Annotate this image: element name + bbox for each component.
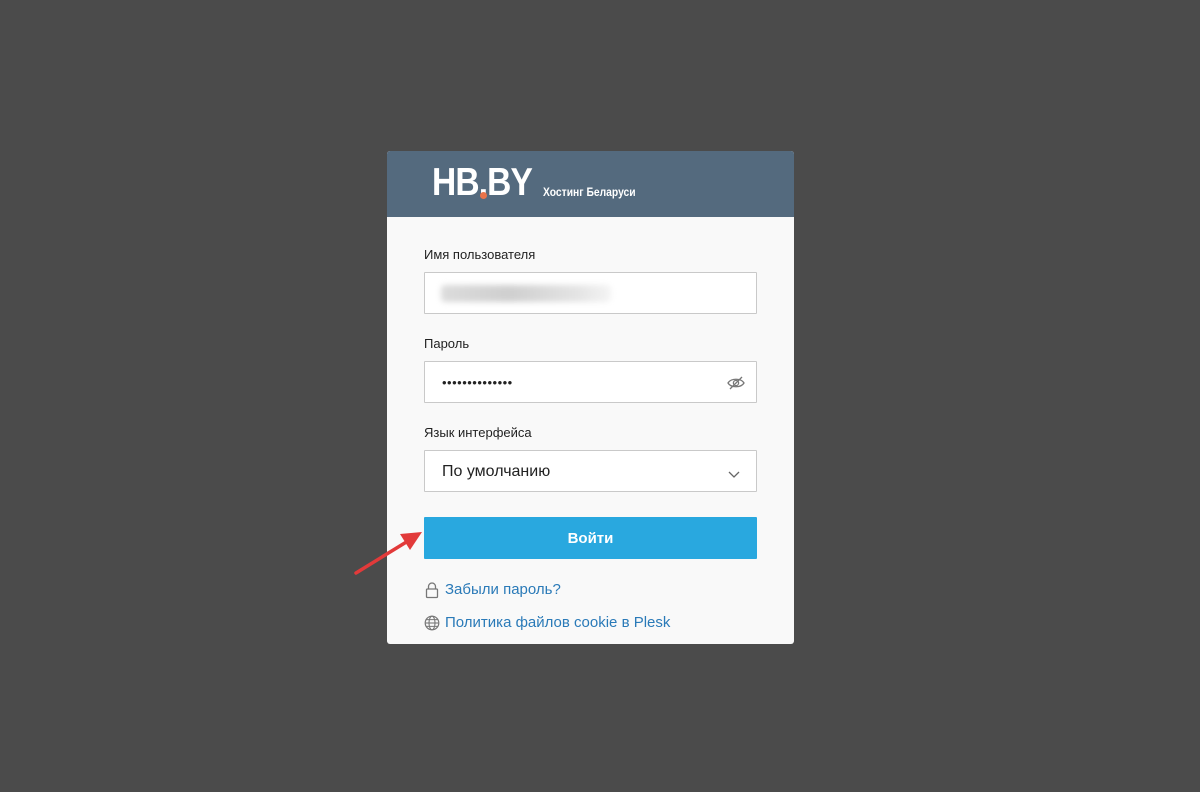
- password-value: ••••••••••••••: [442, 375, 513, 390]
- chevron-down-icon: [728, 466, 740, 478]
- username-field[interactable]: [424, 272, 757, 314]
- language-select[interactable]: По умолчанию: [424, 450, 757, 492]
- forgot-password-link[interactable]: Забыли пароль?: [424, 581, 757, 599]
- red-arrow-icon: [354, 532, 422, 575]
- password-label: Пароль: [424, 336, 470, 351]
- username-label: Имя пользователя: [424, 247, 536, 262]
- cookie-policy-link[interactable]: Политика файлов cookie в Plesk: [424, 614, 757, 632]
- password-field[interactable]: ••••••••••••••: [424, 361, 757, 403]
- login-form: Имя пользователя Пароль •••••••••••••• Я…: [387, 217, 794, 632]
- login-card: HB.BY Хостинг Беларуси Имя пользователя …: [387, 151, 794, 644]
- language-label: Язык интерфейса: [424, 425, 532, 440]
- lock-icon: [425, 582, 439, 599]
- logo-tagline: Хостинг Беларуси: [543, 185, 636, 199]
- brand-logo: HB.BY Хостинг Беларуси: [432, 163, 651, 202]
- eye-slash-icon[interactable]: [726, 373, 746, 393]
- logo-dot: [480, 192, 487, 199]
- language-select-value: По умолчанию: [442, 463, 551, 480]
- cookie-policy-label[interactable]: Политика файлов cookie в Plesk: [445, 614, 670, 632]
- username-value-blurred: [441, 285, 611, 302]
- login-button[interactable]: Войти: [424, 517, 757, 559]
- card-header: HB.BY Хостинг Беларуси: [387, 151, 794, 217]
- globe-icon: [424, 615, 440, 631]
- forgot-password-label[interactable]: Забыли пароль?: [445, 581, 561, 599]
